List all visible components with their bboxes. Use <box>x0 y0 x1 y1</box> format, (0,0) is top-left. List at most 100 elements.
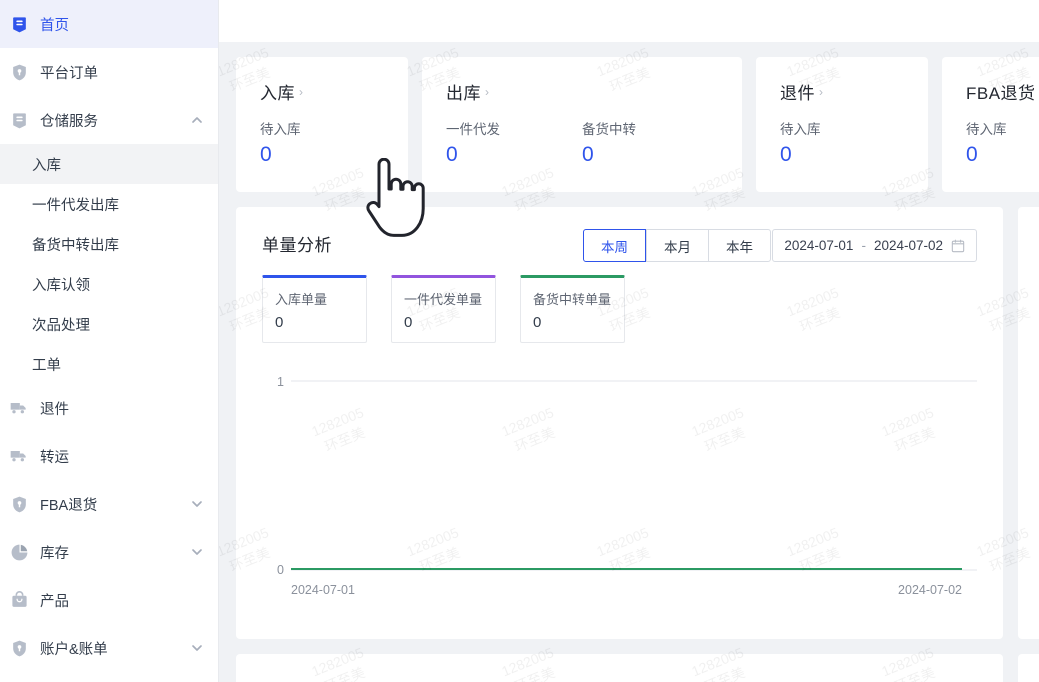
tab-this-week[interactable]: 本周 <box>583 229 646 262</box>
kpi-card-returns[interactable]: 退件 › 待入库 0 <box>756 57 928 192</box>
mini-metric-transfer-volume[interactable]: 备货中转单量 0 <box>520 275 625 343</box>
order-volume-analysis-panel: 单量分析 本周 本月 本年 2024-07-01 - 2024-07-02 入库… <box>236 207 1003 639</box>
sidebar-item-platform-orders[interactable]: 平台订单 <box>0 48 218 96</box>
date-range-start: 2024-07-01 <box>784 238 854 253</box>
kpi-card-title[interactable]: 出库 › <box>446 79 718 104</box>
shield-key-icon <box>8 637 30 659</box>
kpi-card-fba-returns[interactable]: FBA退货 › 待入库 0 <box>942 57 1039 192</box>
mini-metric-value: 0 <box>275 314 284 331</box>
kpi-metric-value: 0 <box>780 143 792 166</box>
kpi-metric-label: 待入库 <box>780 122 821 137</box>
kpi-metric-label: 待入库 <box>966 122 1007 137</box>
pie-chart-icon <box>8 541 30 563</box>
tab-this-month[interactable]: 本月 <box>646 229 708 262</box>
chevron-right-icon: › <box>819 84 824 99</box>
sidebar-item-label: 产品 <box>40 593 69 610</box>
sidebar-item-fba-returns[interactable]: FBA退货 <box>0 480 218 528</box>
sidebar-item-label: 退件 <box>40 401 69 418</box>
kpi-metrics: 一件代发 0 备货中转 0 <box>446 118 718 167</box>
sidebar-item-inbound[interactable]: 入库 <box>0 144 218 184</box>
sidebar-item-label: 账户&账单 <box>40 641 108 658</box>
kpi-metrics: 待入库 0 <box>780 118 904 167</box>
mini-metric-value: 0 <box>404 314 413 331</box>
order-volume-chart[interactable]: 1 0 2024-07-01 2024-07-02 <box>262 362 977 612</box>
app-root: 首页 平台订单 仓储服务 入库 一件代发出库 备货中转出库 入库认领 次品处理 … <box>0 0 1039 682</box>
tab-this-year[interactable]: 本年 <box>708 229 771 262</box>
kpi-title-text: 出库 <box>446 84 481 103</box>
sidebar-primary-group: 首页 平台订单 仓储服务 入库 一件代发出库 备货中转出库 入库认领 次品处理 … <box>0 0 218 672</box>
calendar-icon[interactable] <box>951 239 965 253</box>
sidebar-item-label: 库存 <box>40 545 69 562</box>
kpi-metric-label: 待入库 <box>260 122 301 137</box>
kpi-metric-value: 0 <box>966 143 978 166</box>
sidebar-item-returns[interactable]: 退件 <box>0 384 218 432</box>
sidebar-item-label: 平台订单 <box>40 65 98 82</box>
kpi-title-text: 退件 <box>780 84 815 103</box>
kpi-title-text: FBA退货 <box>966 84 1036 103</box>
shield-key-icon <box>8 493 30 515</box>
y-axis-tick-label: 1 <box>277 375 284 389</box>
sidebar-item-account-billing[interactable]: 账户&账单 <box>0 624 218 672</box>
bag-icon <box>8 589 30 611</box>
chevron-down-icon[interactable] <box>190 641 204 655</box>
chart-canvas: 1 0 2024-07-01 2024-07-02 <box>277 375 977 597</box>
sidebar-item-inbound-claim[interactable]: 入库认领 <box>0 264 218 304</box>
date-range-picker[interactable]: 2024-07-01 - 2024-07-02 <box>772 229 977 262</box>
kpi-card-inbound[interactable]: 入库 › 待入库 0 <box>236 57 408 192</box>
kpi-card-title[interactable]: 退件 › <box>780 79 904 104</box>
sidebar-item-label: 仓储服务 <box>40 113 98 130</box>
mini-metric-label: 备货中转单量 <box>533 292 612 307</box>
sidebar-item-warehouse-services[interactable]: 仓储服务 <box>0 96 218 144</box>
mini-metric-inbound-volume[interactable]: 入库单量 0 <box>262 275 367 343</box>
kpi-metric: 待入库 0 <box>780 118 904 167</box>
sidebar-subitem-label: 备货中转出库 <box>32 237 119 254</box>
mini-metric-dropship-volume[interactable]: 一件代发单量 0 <box>391 275 496 343</box>
sidebar-item-transshipment[interactable]: 转运 <box>0 432 218 480</box>
x-axis-tick-label: 2024-07-02 <box>898 583 962 597</box>
main-content: 入库 › 待入库 0 出库 › 一件代发 0 备货中转 0 退件 › 待入库 0… <box>219 0 1039 682</box>
kpi-card-title[interactable]: FBA退货 › <box>966 79 1039 104</box>
chevron-up-icon[interactable] <box>190 113 204 127</box>
truck-icon <box>8 397 30 419</box>
kpi-card-outbound[interactable]: 出库 › 一件代发 0 备货中转 0 <box>422 57 742 192</box>
side-panel-bottom[interactable] <box>1018 654 1039 682</box>
kpi-card-title[interactable]: 入库 › <box>260 79 384 104</box>
chevron-right-icon: › <box>299 84 304 99</box>
kpi-metric: 备货中转 0 <box>582 118 718 167</box>
sidebar-subitem-label: 入库 <box>32 157 61 174</box>
mini-metric-label: 入库单量 <box>275 292 328 307</box>
sidebar-item-products[interactable]: 产品 <box>0 576 218 624</box>
sidebar-item-dropship-outbound[interactable]: 一件代发出库 <box>0 184 218 224</box>
sidebar-item-label: FBA退货 <box>40 497 98 514</box>
kpi-metrics: 待入库 0 <box>966 118 1039 167</box>
panel-header: 单量分析 本周 本月 本年 2024-07-01 - 2024-07-02 <box>236 207 1003 275</box>
sidebar-subitem-label: 一件代发出库 <box>32 197 119 214</box>
chevron-right-icon: › <box>485 84 490 99</box>
kpi-title-text: 入库 <box>260 84 295 103</box>
chevron-down-icon[interactable] <box>190 497 204 511</box>
x-axis-tick-label: 2024-07-01 <box>291 583 355 597</box>
sidebar-item-work-order[interactable]: 工单 <box>0 344 218 384</box>
sidebar-item-stock-transfer-outbound[interactable]: 备货中转出库 <box>0 224 218 264</box>
chevron-down-icon[interactable] <box>190 545 204 559</box>
side-panel-top[interactable] <box>1018 207 1039 639</box>
sidebar-item-home[interactable]: 首页 <box>0 0 218 48</box>
kpi-metric-label: 备货中转 <box>582 122 636 137</box>
kpi-metric-label: 一件代发 <box>446 122 500 137</box>
mini-metric-value: 0 <box>533 314 542 331</box>
kpi-metric: 待入库 0 <box>260 118 384 167</box>
sidebar-item-inventory[interactable]: 库存 <box>0 528 218 576</box>
dashboard-scroll-area[interactable]: 入库 › 待入库 0 出库 › 一件代发 0 备货中转 0 退件 › 待入库 0… <box>219 42 1039 682</box>
mini-metric-row: 入库单量 0 一件代发单量 0 备货中转单量 0 <box>262 275 625 343</box>
lower-panel[interactable] <box>236 654 1003 682</box>
kpi-metric-value: 0 <box>582 143 594 166</box>
kpi-metric-value: 0 <box>260 143 272 166</box>
kpi-metric: 待入库 0 <box>966 118 1039 167</box>
mini-metric-label: 一件代发单量 <box>404 292 483 307</box>
sidebar-item-defective-handling[interactable]: 次品处理 <box>0 304 218 344</box>
sidebar-subitem-label: 次品处理 <box>32 317 90 334</box>
box-tag-icon <box>8 13 30 35</box>
kpi-metrics: 待入库 0 <box>260 118 384 167</box>
sidebar-item-label: 转运 <box>40 449 69 466</box>
sidebar: 首页 平台订单 仓储服务 入库 一件代发出库 备货中转出库 入库认领 次品处理 … <box>0 0 219 682</box>
